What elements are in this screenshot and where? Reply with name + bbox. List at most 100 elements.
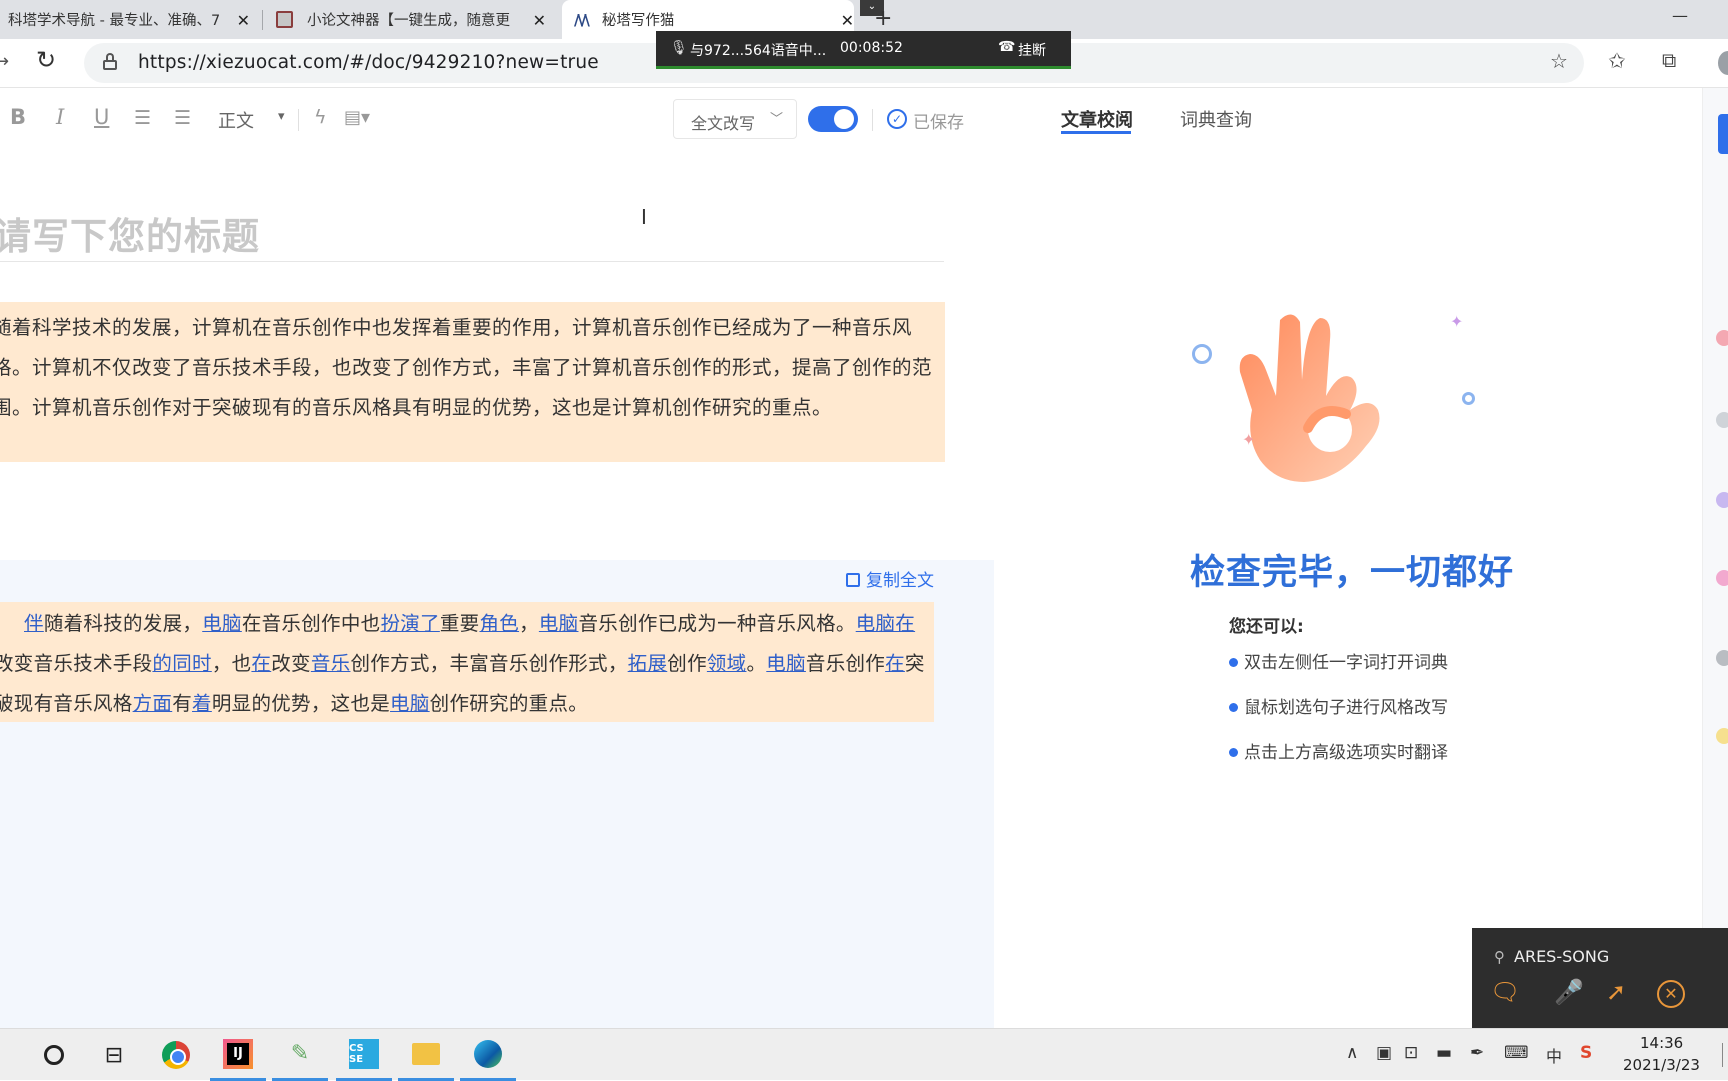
- sidebar-dot-icon[interactable]: [1716, 412, 1728, 428]
- lightning-icon[interactable]: ϟ: [314, 106, 327, 128]
- csse-app-icon[interactable]: CS SE: [336, 1029, 392, 1081]
- voice-call-bar: 🎙 与972...564语音中... 00:08:52 ☎ 挂断: [656, 31, 1071, 69]
- original-paragraph-text[interactable]: 随着科学技术的发展，计算机在音乐创作中也发挥着重要的作用，计算机音乐创作已经成为…: [0, 308, 932, 428]
- title-divider: [0, 261, 944, 262]
- changed-word-link[interactable]: 着: [192, 692, 212, 715]
- rewritten-paragraph[interactable]: 伴随着科技的发展，电脑在音乐创作中也扮演了重要角色，电脑音乐创作已成为一种音乐风…: [0, 602, 934, 722]
- pointer-icon[interactable]: ➚: [1606, 978, 1626, 1006]
- close-icon[interactable]: ✕: [237, 11, 250, 30]
- caret-down-icon[interactable]: ▾: [278, 109, 285, 124]
- battery-icon[interactable]: ▬: [1436, 1043, 1452, 1063]
- document-title-input[interactable]: 请写下您的标题: [0, 206, 260, 260]
- window-minimize-icon[interactable]: —: [1672, 6, 1688, 25]
- keyboard-icon[interactable]: ⌨: [1504, 1043, 1529, 1063]
- back-arrow-icon[interactable]: →: [0, 51, 9, 72]
- original-paragraph[interactable]: 随着科学技术的发展，计算机在音乐创作中也发挥着重要的作用，计算机音乐创作已经成为…: [0, 302, 945, 462]
- url-text[interactable]: https://xiezuocat.com/#/doc/9429210?new=…: [138, 52, 599, 73]
- file-explorer-icon[interactable]: [398, 1029, 454, 1081]
- changed-word-link[interactable]: 音乐: [311, 652, 351, 675]
- bullet-list-icon[interactable]: ☰: [174, 107, 191, 129]
- show-desktop-button[interactable]: [1722, 1043, 1728, 1067]
- copy-all-button[interactable]: 复制全文: [846, 566, 934, 591]
- close-icon[interactable]: ✕: [841, 11, 854, 30]
- close-circle-icon[interactable]: ✕: [1657, 980, 1685, 1008]
- changed-word-link[interactable]: 电脑在: [856, 612, 915, 635]
- ordered-list-icon[interactable]: ☰: [134, 107, 151, 129]
- favorites-icon[interactable]: ✩: [1608, 49, 1626, 73]
- chat-icon[interactable]: 🗨: [1490, 978, 1520, 1006]
- rewrite-toggle[interactable]: [808, 106, 858, 132]
- sidebar-dot-icon[interactable]: [1716, 650, 1728, 666]
- tray-app-icon[interactable]: ▣: [1376, 1043, 1392, 1063]
- paint-icon[interactable]: ✎: [272, 1029, 328, 1081]
- clock-date[interactable]: 2021/3/23: [1623, 1056, 1700, 1074]
- intellij-idea-icon[interactable]: IJ: [210, 1029, 266, 1081]
- browser-tab-scholar-nav[interactable]: 科塔学术导航 - 最专业、准确、7 ✕: [0, 0, 258, 39]
- tip-text: 鼠标划选句子进行风格改写: [1244, 698, 1448, 718]
- changed-word-link[interactable]: 扮演了: [380, 612, 439, 635]
- copy-all-label: 复制全文: [866, 571, 934, 591]
- check-complete-title: 检查完毕，一切都好: [1190, 553, 1515, 593]
- tab-dictionary[interactable]: 词典查询: [1180, 106, 1252, 132]
- italic-button[interactable]: I: [56, 105, 64, 129]
- network-icon[interactable]: ⊡: [1404, 1043, 1418, 1063]
- clock-time[interactable]: 14:36: [1640, 1034, 1683, 1052]
- browser-tab-paper-tool[interactable]: 小论文神器【一键生成，随意更 ✕: [266, 0, 554, 39]
- bullet-icon: [1229, 658, 1238, 667]
- changed-word-link[interactable]: 的同时: [152, 652, 211, 675]
- changed-word-link[interactable]: 伴: [24, 612, 44, 635]
- tab-title: 小论文神器【一键生成，随意更: [307, 13, 510, 29]
- rewritten-paragraph-text[interactable]: 伴随着科技的发展，电脑在音乐创作中也扮演了重要角色，电脑音乐创作已成为一种音乐风…: [0, 604, 928, 724]
- star-add-icon[interactable]: ☆: [1550, 49, 1568, 73]
- windows-taskbar: ⊟ IJ ✎ CS SE ∧ ▣ ⊡ ▬ ✒ ⌨ 中 S 14:36 2021/…: [0, 1028, 1728, 1081]
- task-view-icon[interactable]: ⊟: [86, 1029, 142, 1081]
- toolbar-divider: [872, 109, 873, 131]
- toolbar-divider: [298, 109, 299, 131]
- collections-icon[interactable]: ⧉: [1662, 48, 1676, 72]
- tab-divider: [262, 10, 263, 30]
- underline-button[interactable]: U: [94, 105, 109, 129]
- text-cursor-icon: I: [641, 205, 647, 229]
- changed-word-link[interactable]: 电脑: [766, 652, 806, 675]
- bold-button[interactable]: B: [10, 105, 26, 129]
- sidebar-toggle-button[interactable]: [1718, 114, 1728, 154]
- layout-dropdown-icon[interactable]: ▤▾: [344, 107, 370, 128]
- tip-text: 点击上方高级选项实时翻译: [1244, 743, 1448, 763]
- changed-word-link[interactable]: 角色: [479, 612, 519, 635]
- sidebar-dot-icon[interactable]: [1716, 728, 1728, 744]
- changed-word-link[interactable]: 在: [251, 652, 271, 675]
- changed-word-link[interactable]: 在: [885, 652, 905, 675]
- changed-word-link[interactable]: 电脑: [390, 692, 430, 715]
- sogou-ime-icon[interactable]: S: [1580, 1043, 1592, 1063]
- pen-icon[interactable]: ✒: [1470, 1043, 1484, 1063]
- rewrite-mode-select[interactable]: 全文改写 ﹀: [673, 99, 797, 139]
- sidebar-dot-icon[interactable]: [1716, 330, 1728, 346]
- sidebar-dot-icon[interactable]: [1716, 492, 1728, 508]
- paragraph-format-select[interactable]: 正文: [218, 107, 254, 133]
- ime-indicator[interactable]: 中: [1546, 1043, 1562, 1067]
- rewritten-text-segment: ，也: [211, 652, 252, 675]
- sidebar-dot-icon[interactable]: [1716, 570, 1728, 586]
- changed-word-link[interactable]: 方面: [133, 692, 173, 715]
- edge-browser-icon[interactable]: [460, 1029, 516, 1081]
- saved-status: 已保存: [913, 113, 964, 133]
- decor-circle-icon: [1192, 344, 1212, 364]
- changed-word-link[interactable]: 领域: [707, 652, 747, 675]
- suggestions-heading: 您还可以:: [1229, 617, 1304, 637]
- tab-article-review[interactable]: 文章校阅: [1061, 106, 1133, 132]
- tray-expand-icon[interactable]: ∧: [1346, 1043, 1358, 1063]
- rewritten-text-segment: 改变: [271, 652, 311, 675]
- lock-icon[interactable]: [103, 53, 117, 70]
- microphone-icon[interactable]: 🎤: [1554, 978, 1584, 1006]
- changed-word-link[interactable]: 电脑: [539, 612, 579, 635]
- hangup-phone-icon[interactable]: ☎: [998, 39, 1015, 55]
- profile-avatar[interactable]: [1718, 51, 1728, 75]
- changed-word-link[interactable]: 电脑: [202, 612, 242, 635]
- new-tab-plus-icon[interactable]: +: [874, 6, 892, 31]
- search-icon[interactable]: [26, 1029, 82, 1081]
- chrome-icon[interactable]: [148, 1029, 204, 1081]
- hangup-button[interactable]: 挂断: [1018, 40, 1046, 60]
- close-icon[interactable]: ✕: [533, 11, 546, 30]
- changed-word-link[interactable]: 拓展: [628, 652, 668, 675]
- reload-icon[interactable]: ↻: [36, 46, 56, 74]
